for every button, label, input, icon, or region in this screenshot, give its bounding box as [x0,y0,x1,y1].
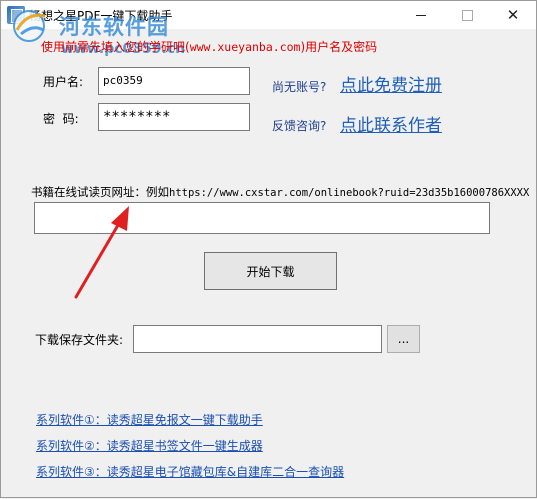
maximize-icon [461,9,473,21]
login-notice: 使用前需先填入您的学研吧(www.xueyanba.com)用户名及密码 [41,38,377,55]
book-url-input[interactable] [34,202,490,234]
username-input[interactable]: pc0359 [98,67,250,95]
book-url-example: https://www.cxstar.com/onlinebook?ruid=2… [169,187,530,199]
download-folder-input[interactable] [133,325,382,353]
series-link-3[interactable]: 系列软件③：读秀超星电子馆藏包库&自建库二合一查询器 [36,463,344,480]
notice-prefix: 使用前需先填入您的学研吧( [41,40,190,54]
watermark-name: 河东软件园 [59,15,169,39]
start-download-button[interactable]: 开始下载 [204,252,337,290]
notice-suffix: )用户名及密码 [300,40,378,54]
main-window: 畅想之星PDF一键下载助手 河东软件园 ✕ www.pc0359.cn 使用前需… [0,0,537,498]
contact-author-link[interactable]: 点此联系作者 [340,111,442,136]
close-icon: ✕ [506,6,520,24]
book-url-label-prefix: 书籍在线试读页网址：例如 [31,185,169,199]
download-folder-label: 下载保存文件夹: [35,333,124,347]
minimize-button[interactable] [398,1,444,29]
no-account-question: 尚无账号? [272,80,327,94]
book-url-label: 书籍在线试读页网址：例如https://www.cxstar.com/onlin… [31,184,529,200]
close-button[interactable]: ✕ [490,1,536,29]
password-input[interactable]: ******** [98,103,250,131]
username-label: 用户名: [43,75,84,89]
maximize-button[interactable] [444,1,490,29]
title-bar[interactable]: 畅想之星PDF一键下载助手 河东软件园 ✕ [1,1,536,42]
minimize-icon [416,14,426,16]
password-label: 密 码: [43,112,79,126]
browse-folder-button[interactable]: ... [387,325,420,353]
series-link-2[interactable]: 系列软件②：读秀超星书签文件一键生成器 [36,437,263,454]
feedback-question: 反馈咨询? [272,119,327,133]
register-link[interactable]: 点此免费注册 [340,71,442,96]
series-link-1[interactable]: 系列软件①：读秀超星免报文一键下载助手 [36,411,263,428]
xueyanba-link[interactable]: www.xueyanba.com [190,40,301,54]
